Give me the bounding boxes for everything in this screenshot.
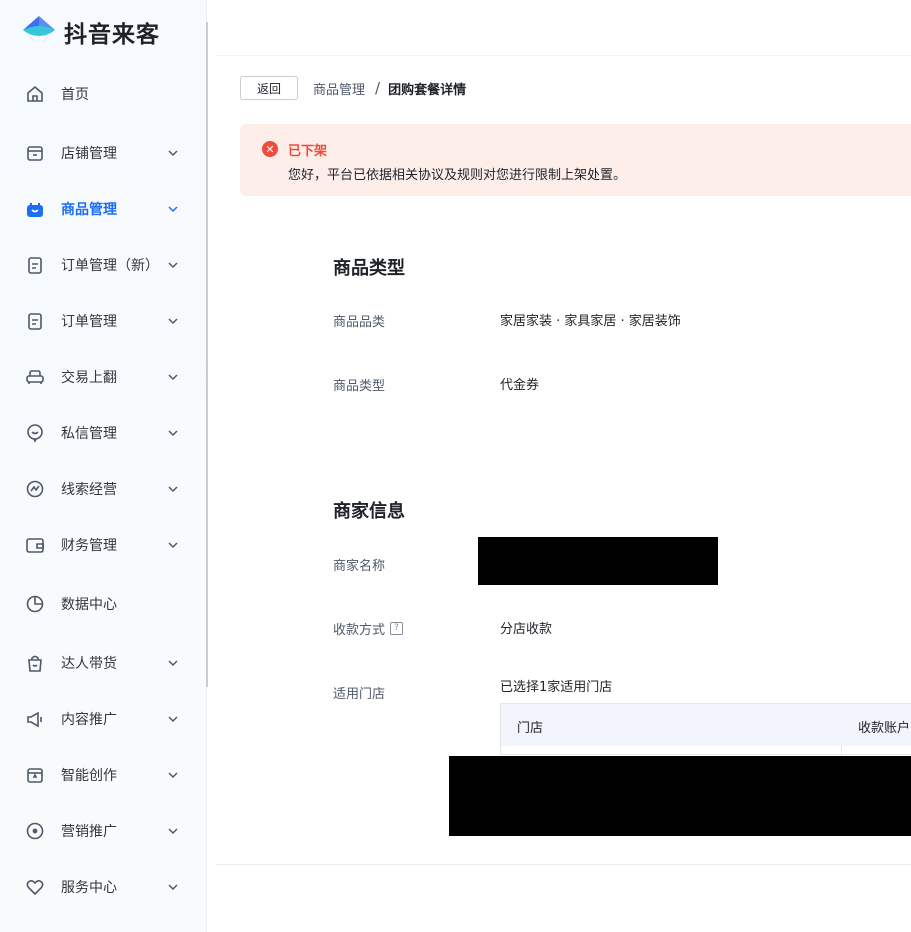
sidebar-item-service[interactable]: 服务中心 [0, 867, 206, 907]
sidebar-item-label: 首页 [61, 87, 89, 103]
alert-message: 您好，平台已依据相关协议及规则对您进行限制上架处置。 [288, 168, 627, 183]
error-circle-icon: ✕ [262, 141, 278, 157]
sidebar-item-label: 财务管理 [61, 538, 117, 554]
logo[interactable]: 抖音来客 [20, 12, 160, 52]
help-icon[interactable]: ? [390, 622, 404, 635]
sidebar: 抖音来客 首页 店铺管理 商品管理 订单管理（新） 订单管理 交易上翻 私信管理… [0, 0, 207, 932]
chevron-down-icon [166, 370, 180, 384]
stores-label: 适用门店 [333, 687, 386, 702]
sidebar-item-label: 交易上翻 [61, 370, 117, 386]
table-header-store: 门店 [517, 721, 544, 736]
sidebar-item-label: 达人带货 [61, 656, 117, 672]
breadcrumb: 返回 商品管理 / 团购套餐详情 [240, 76, 466, 100]
chevron-down-icon [166, 314, 180, 328]
clipboard-icon [24, 254, 46, 276]
chevron-down-icon [166, 146, 180, 160]
payment-method-value: 分店收款 [500, 622, 553, 637]
home-icon [24, 83, 46, 105]
sidebar-item-marketing[interactable]: 营销推广 [0, 811, 206, 851]
chevron-down-icon [166, 258, 180, 272]
sidebar-item-label: 数据中心 [61, 597, 117, 613]
chat-icon [24, 422, 46, 444]
sidebar-item-orders-new[interactable]: 订单管理（新） [0, 245, 206, 285]
category-label: 商品品类 [333, 315, 386, 330]
status-alert: ✕ 已下架 您好，平台已依据相关协议及规则对您进行限制上架处置。 [240, 124, 911, 196]
section-title-merchant: 商家信息 [333, 501, 405, 522]
payment-method-label: 收款方式 ? [333, 619, 404, 638]
location-pin-icon [24, 820, 46, 842]
chevron-down-icon [166, 538, 180, 552]
sidebar-item-content-promo[interactable]: 内容推广 [0, 699, 206, 739]
footer-divider [216, 864, 911, 865]
sidebar-item-label: 店铺管理 [61, 146, 117, 162]
table-column-divider [841, 746, 842, 756]
logo-icon [20, 14, 58, 50]
sidebar-item-label: 智能创作 [61, 768, 117, 784]
section-title-product-type: 商品类型 [333, 258, 405, 279]
sidebar-item-label: 订单管理 [61, 314, 117, 330]
sofa-icon [24, 366, 46, 388]
sidebar-item-label: 私信管理 [61, 426, 117, 442]
category-value: 家居家装 · 家具家居 · 家居装饰 [500, 314, 681, 329]
stores-summary: 已选择1家适用门店 [500, 680, 613, 695]
brand-name: 抖音来客 [64, 22, 160, 48]
store-table: 门店 收款账户 [500, 703, 911, 756]
sidebar-item-label: 商品管理 [61, 202, 117, 218]
breadcrumb-current: 团购套餐详情 [388, 82, 467, 98]
sidebar-item-trade[interactable]: 交易上翻 [0, 357, 206, 397]
chevron-down-icon [166, 426, 180, 440]
top-bar [216, 0, 911, 56]
chevron-down-icon [166, 712, 180, 726]
back-button[interactable]: 返回 [240, 76, 298, 100]
sidebar-item-store[interactable]: 店铺管理 [0, 133, 206, 173]
sidebar-item-influencer[interactable]: 达人带货 [0, 643, 206, 683]
chevron-down-icon [166, 824, 180, 838]
wallet-icon [24, 534, 46, 556]
sidebar-item-label: 内容推广 [61, 712, 117, 728]
sidebar-item-smart-creation[interactable]: 智能创作 [0, 755, 206, 795]
product-type-label: 商品类型 [333, 379, 386, 394]
chevron-down-icon [166, 768, 180, 782]
redacted-merchant-name [478, 537, 718, 585]
chevron-down-icon [166, 202, 180, 216]
breadcrumb-separator: / [375, 79, 381, 97]
alert-title: 已下架 [288, 144, 328, 159]
sidebar-item-home[interactable]: 首页 [0, 74, 206, 114]
sidebar-item-leads[interactable]: 线索经营 [0, 469, 206, 509]
chevron-down-icon [166, 656, 180, 670]
sidebar-item-data-center[interactable]: 数据中心 [0, 584, 206, 624]
sidebar-item-label: 订单管理（新） [61, 258, 159, 274]
sidebar-item-products[interactable]: 商品管理 [0, 189, 206, 229]
leads-icon [24, 478, 46, 500]
sidebar-item-label: 服务中心 [61, 880, 117, 896]
breadcrumb-parent-link[interactable]: 商品管理 [313, 79, 365, 98]
megaphone-icon [24, 708, 46, 730]
redacted-store-row [449, 756, 911, 836]
shopping-bag-icon [24, 198, 46, 220]
sidebar-item-finance[interactable]: 财务管理 [0, 525, 206, 565]
sidebar-item-label: 线索经营 [61, 482, 117, 498]
chevron-down-icon [166, 482, 180, 496]
heart-icon [24, 876, 46, 898]
sidebar-item-orders[interactable]: 订单管理 [0, 301, 206, 341]
chevron-down-icon [166, 880, 180, 894]
table-header-account: 收款账户 [858, 721, 911, 736]
store-table-header: 门店 收款账户 [501, 704, 911, 746]
pie-chart-icon [24, 593, 46, 615]
merchant-name-label: 商家名称 [333, 559, 386, 574]
sidebar-scrollbar[interactable] [206, 22, 208, 687]
sidebar-item-label: 营销推广 [61, 824, 117, 840]
product-type-value: 代金券 [500, 378, 540, 393]
store-icon [24, 142, 46, 164]
bag-smile-icon [24, 652, 46, 674]
payment-method-label-text: 收款方式 [333, 623, 386, 638]
clipboard-icon [24, 310, 46, 332]
calendar-star-icon [24, 764, 46, 786]
sidebar-item-messages[interactable]: 私信管理 [0, 413, 206, 453]
